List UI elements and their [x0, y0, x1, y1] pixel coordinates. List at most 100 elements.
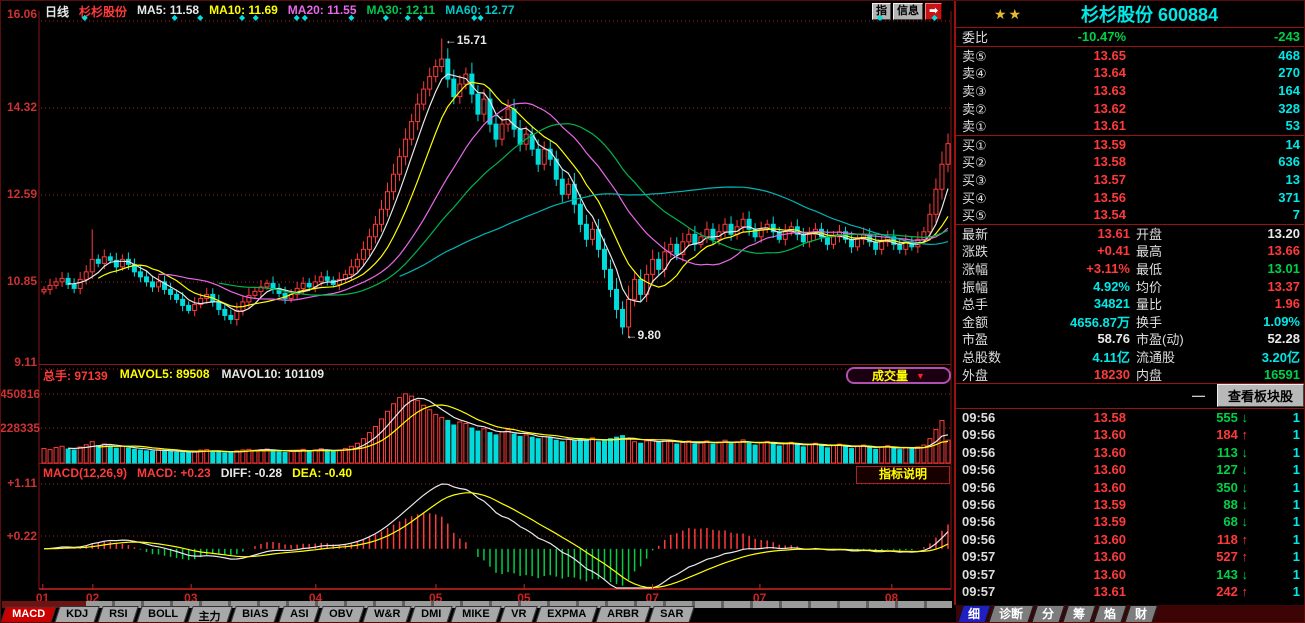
tab-indicator-mike[interactable]: MIKE	[450, 606, 501, 623]
ask-row[interactable]: 卖②13.62328	[956, 99, 1305, 117]
tab-quote-0[interactable]: 细	[957, 605, 991, 623]
tab-indicator-macd[interactable]: MACD	[0, 606, 57, 623]
event-diamond-icon: ◆	[302, 13, 308, 22]
ask-row[interactable]: 卖③13.63164	[956, 82, 1305, 100]
tab-indicator-kdj[interactable]: KDJ	[54, 606, 100, 623]
tick-time: 09:57	[962, 567, 1020, 582]
quote-panel: ★★ 杉杉股份 600884 委比 -10.47% -243 卖⑤13.6546…	[954, 1, 1305, 605]
tab-label: MIKE	[462, 608, 490, 620]
tick-row: 09:5613.60184 ↑1	[956, 426, 1305, 443]
tab-indicator-boll[interactable]: BOLL	[137, 606, 190, 623]
tab-label: 分	[1042, 606, 1054, 623]
volume-header-item-1: MAVOL5: 89508	[120, 367, 210, 384]
tab-indicator-arbr[interactable]: ARBR	[595, 606, 650, 623]
tick-row: 09:5713.60527 ↑1	[956, 548, 1305, 565]
stat-label: 涨幅	[962, 259, 1024, 278]
bid-row-label: 买④	[962, 188, 1026, 207]
tab-label: 焰	[1104, 606, 1116, 623]
ask-row-label: 卖④	[962, 63, 1026, 82]
tab-indicator-wr[interactable]: W&R	[362, 606, 412, 623]
bid-row[interactable]: 买③13.5713	[956, 171, 1305, 189]
tab-quote-5[interactable]: 财	[1124, 605, 1158, 623]
tick-row: 09:5713.61242 ↑1	[956, 583, 1305, 600]
event-diamond-icon: ◆	[82, 13, 88, 22]
ask-row[interactable]: 卖④13.64270	[956, 64, 1305, 82]
tick-time: 09:57	[962, 584, 1020, 599]
tab-indicator-obv[interactable]: OBV	[317, 606, 364, 623]
tab-indicator-asi[interactable]: ASI	[278, 606, 320, 623]
bid-row[interactable]: 买②13.58636	[956, 153, 1305, 171]
tab-label: OBV	[329, 608, 353, 620]
stat-label: 总股数	[962, 347, 1024, 366]
bid-row[interactable]: 买⑤13.547	[956, 206, 1305, 224]
bid-levels: 买①13.5914买②13.58636买③13.5713买④13.56371买⑤…	[956, 135, 1305, 224]
indicator-help-button[interactable]: 指标说明	[856, 466, 950, 484]
event-diamond-icon: ◆	[239, 13, 245, 22]
stat-value: +3.11%	[1024, 261, 1130, 276]
tab-indicator-rsi[interactable]: RSI	[97, 606, 139, 623]
tick-volume: 88 ↓	[1126, 497, 1248, 512]
tab-quote-1[interactable]: 诊断	[988, 605, 1034, 623]
tick-time: 09:56	[962, 497, 1020, 512]
stat-label: 最新	[962, 224, 1024, 243]
stat-label: 最高	[1130, 241, 1220, 260]
tab-indicator-sar[interactable]: SAR	[648, 606, 695, 623]
chart-header-item-2: MA5: 11.58	[137, 3, 199, 20]
tick-time: 09:56	[962, 462, 1020, 477]
price-annotation: ←9.80	[626, 328, 661, 342]
view-sector-stocks-button[interactable]: 查看板块股	[1217, 384, 1304, 407]
stat-row: 涨跌+0.41最高13.66	[956, 242, 1305, 260]
ask-row-volume: 270	[1126, 65, 1300, 80]
stat-row: 总手34821量比1.96	[956, 295, 1305, 313]
stat-label: 金额	[962, 312, 1024, 331]
ask-row[interactable]: 卖⑤13.65468	[956, 47, 1305, 65]
tick-volume: 350 ↓	[1126, 480, 1248, 495]
price-axis-label: 14.32	[1, 100, 37, 114]
tab-label: BOLL	[149, 608, 179, 620]
tick-time: 09:56	[962, 427, 1020, 442]
tick-count: 1	[1248, 514, 1300, 529]
tick-price: 13.59	[1020, 497, 1126, 512]
stat-row: 市盈58.76市盈(动)52.28	[956, 330, 1305, 348]
stat-value: 4656.87万	[1024, 312, 1130, 331]
tab-label: RSI	[109, 608, 127, 620]
tick-price: 13.60	[1020, 480, 1126, 495]
stat-row: 涨幅+3.11%最低13.01	[956, 260, 1305, 278]
stat-label: 市盈	[962, 329, 1024, 348]
bid-row-volume: 636	[1126, 154, 1300, 169]
stat-label: 量比	[1130, 294, 1220, 313]
bid-row[interactable]: 买①13.5914	[956, 136, 1305, 154]
volume-header-item-2: MAVOL10: 101109	[222, 367, 325, 384]
bid-row-volume: 7	[1126, 207, 1300, 222]
tick-count: 1	[1248, 549, 1300, 564]
board-row: — 查看板块股	[956, 383, 1305, 409]
bid-row[interactable]: 买④13.56371	[956, 188, 1305, 206]
volume-axis-label: 228335	[0, 421, 36, 435]
tab-label: KDJ	[66, 608, 88, 620]
tick-list: 09:5613.58555 ↓109:5613.60184 ↑109:5613.…	[956, 409, 1305, 600]
tab-indicator-[interactable]: 主力	[188, 606, 234, 623]
tab-indicator-dmi[interactable]: DMI	[409, 606, 453, 623]
tab-quote-2[interactable]: 分	[1031, 605, 1065, 623]
volume-axis-label: 450816	[0, 387, 36, 401]
stat-value: +0.41	[1024, 243, 1130, 258]
tick-price: 13.60	[1020, 462, 1126, 477]
tab-indicator-bias[interactable]: BIAS	[231, 606, 281, 623]
volume-type-dropdown[interactable]: 成交量 ▼	[846, 367, 951, 384]
collapse-button[interactable]: —	[1186, 388, 1211, 403]
tab-indicator-vr[interactable]: VR	[499, 606, 538, 623]
tick-row: 09:5613.5968 ↓1	[956, 513, 1305, 530]
tab-indicator-expma[interactable]: EXPMA	[535, 606, 598, 623]
info-button[interactable]: 信息	[893, 3, 923, 20]
ask-row[interactable]: 卖①13.6153	[956, 117, 1305, 135]
tick-price: 13.61	[1020, 584, 1126, 599]
stat-value: 1.96	[1220, 296, 1300, 311]
ask-row-volume: 53	[1126, 118, 1300, 133]
ask-row-volume: 328	[1126, 101, 1300, 116]
price-axis-label: 12.59	[1, 187, 37, 201]
stat-value: 34821	[1024, 296, 1130, 311]
ask-row-price: 13.62	[1026, 101, 1126, 116]
tab-quote-3[interactable]: 筹	[1062, 605, 1096, 623]
tab-quote-4[interactable]: 焰	[1093, 605, 1127, 623]
favorite-stars-icon[interactable]: ★★	[994, 6, 1023, 23]
